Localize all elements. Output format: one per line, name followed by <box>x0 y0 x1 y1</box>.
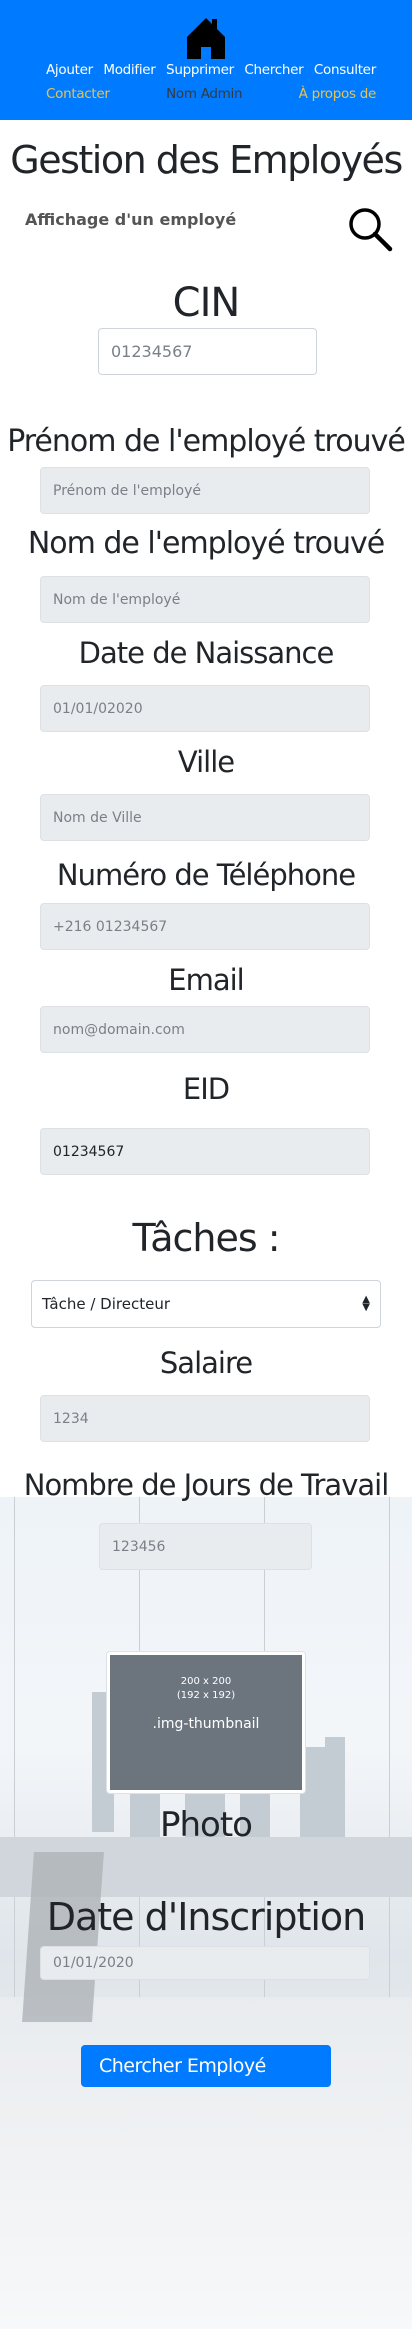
naissance-input[interactable]: 01/01/02020 <box>40 685 370 732</box>
nav-contacter[interactable]: Contacter <box>46 86 110 102</box>
thumb-size: 200 x 200 <box>180 1676 232 1687</box>
cin-input[interactable]: 01234567 <box>98 328 317 375</box>
nav-modifier[interactable]: Modifier <box>103 62 155 78</box>
inscription-input[interactable]: 01/01/2020 <box>40 1946 370 1980</box>
nav-ajouter[interactable]: Ajouter <box>46 62 93 78</box>
nav-about[interactable]: À propos de <box>299 86 377 102</box>
navbar: Ajouter Modifier Supprimer Chercher Cons… <box>0 0 412 120</box>
salaire-label: Salaire <box>159 1346 253 1380</box>
thumb-class: .img-thumbnail <box>152 1716 260 1732</box>
home-icon[interactable] <box>185 15 227 60</box>
cin-label: CIN <box>172 280 241 326</box>
taches-label: Tâches : <box>132 1216 280 1260</box>
email-input[interactable]: nom@domain.com <box>40 1006 370 1053</box>
tel-input[interactable]: +216 01234567 <box>40 903 370 950</box>
ville-input[interactable]: Nom de Ville <box>40 794 370 841</box>
page-title: Gestion des Employés <box>10 138 403 182</box>
taches-select[interactable]: Tâche / Directeur ▲ ▼ <box>31 1280 381 1328</box>
jours-label: Nombre de Jours de Travail <box>23 1468 390 1502</box>
taches-selected: Tâche / Directeur <box>42 1295 170 1313</box>
nav-chercher[interactable]: Chercher <box>244 62 303 78</box>
eid-input[interactable]: 01234567 <box>40 1128 370 1175</box>
thumb-size-inner: (192 x 192) <box>176 1690 236 1701</box>
nom-input[interactable]: Nom de l'employé <box>40 576 370 623</box>
eid-label: EID <box>182 1072 230 1106</box>
nav-consulter[interactable]: Consulter <box>314 62 376 78</box>
photo-thumbnail: 200 x 200 (192 x 192) .img-thumbnail <box>106 1651 306 1794</box>
page-subtitle: Affichage d'un employé <box>25 210 237 229</box>
prenom-label: Prénom de l'employé trouvé <box>7 424 406 459</box>
jours-input[interactable]: 123456 <box>99 1523 312 1570</box>
search-employee-button[interactable]: Chercher Employé <box>81 2045 331 2087</box>
email-label: Email <box>168 963 244 997</box>
salaire-input[interactable]: 1234 <box>40 1395 370 1442</box>
search-icon[interactable] <box>345 205 395 255</box>
inscription-label: Date d'Inscription <box>46 1895 367 1939</box>
nav-supprimer[interactable]: Supprimer <box>166 62 234 78</box>
naissance-label: Date de Naissance <box>78 636 335 670</box>
select-arrows-icon: ▲ ▼ <box>362 1294 370 1313</box>
prenom-input[interactable]: Prénom de l'employé <box>40 467 370 514</box>
photo-label: Photo <box>160 1805 253 1845</box>
nom-label: Nom de l'employé trouvé <box>27 526 385 561</box>
tel-label: Numéro de Téléphone <box>56 858 356 892</box>
ville-label: Ville <box>177 745 235 779</box>
admin-name: Nom Admin <box>166 86 243 102</box>
